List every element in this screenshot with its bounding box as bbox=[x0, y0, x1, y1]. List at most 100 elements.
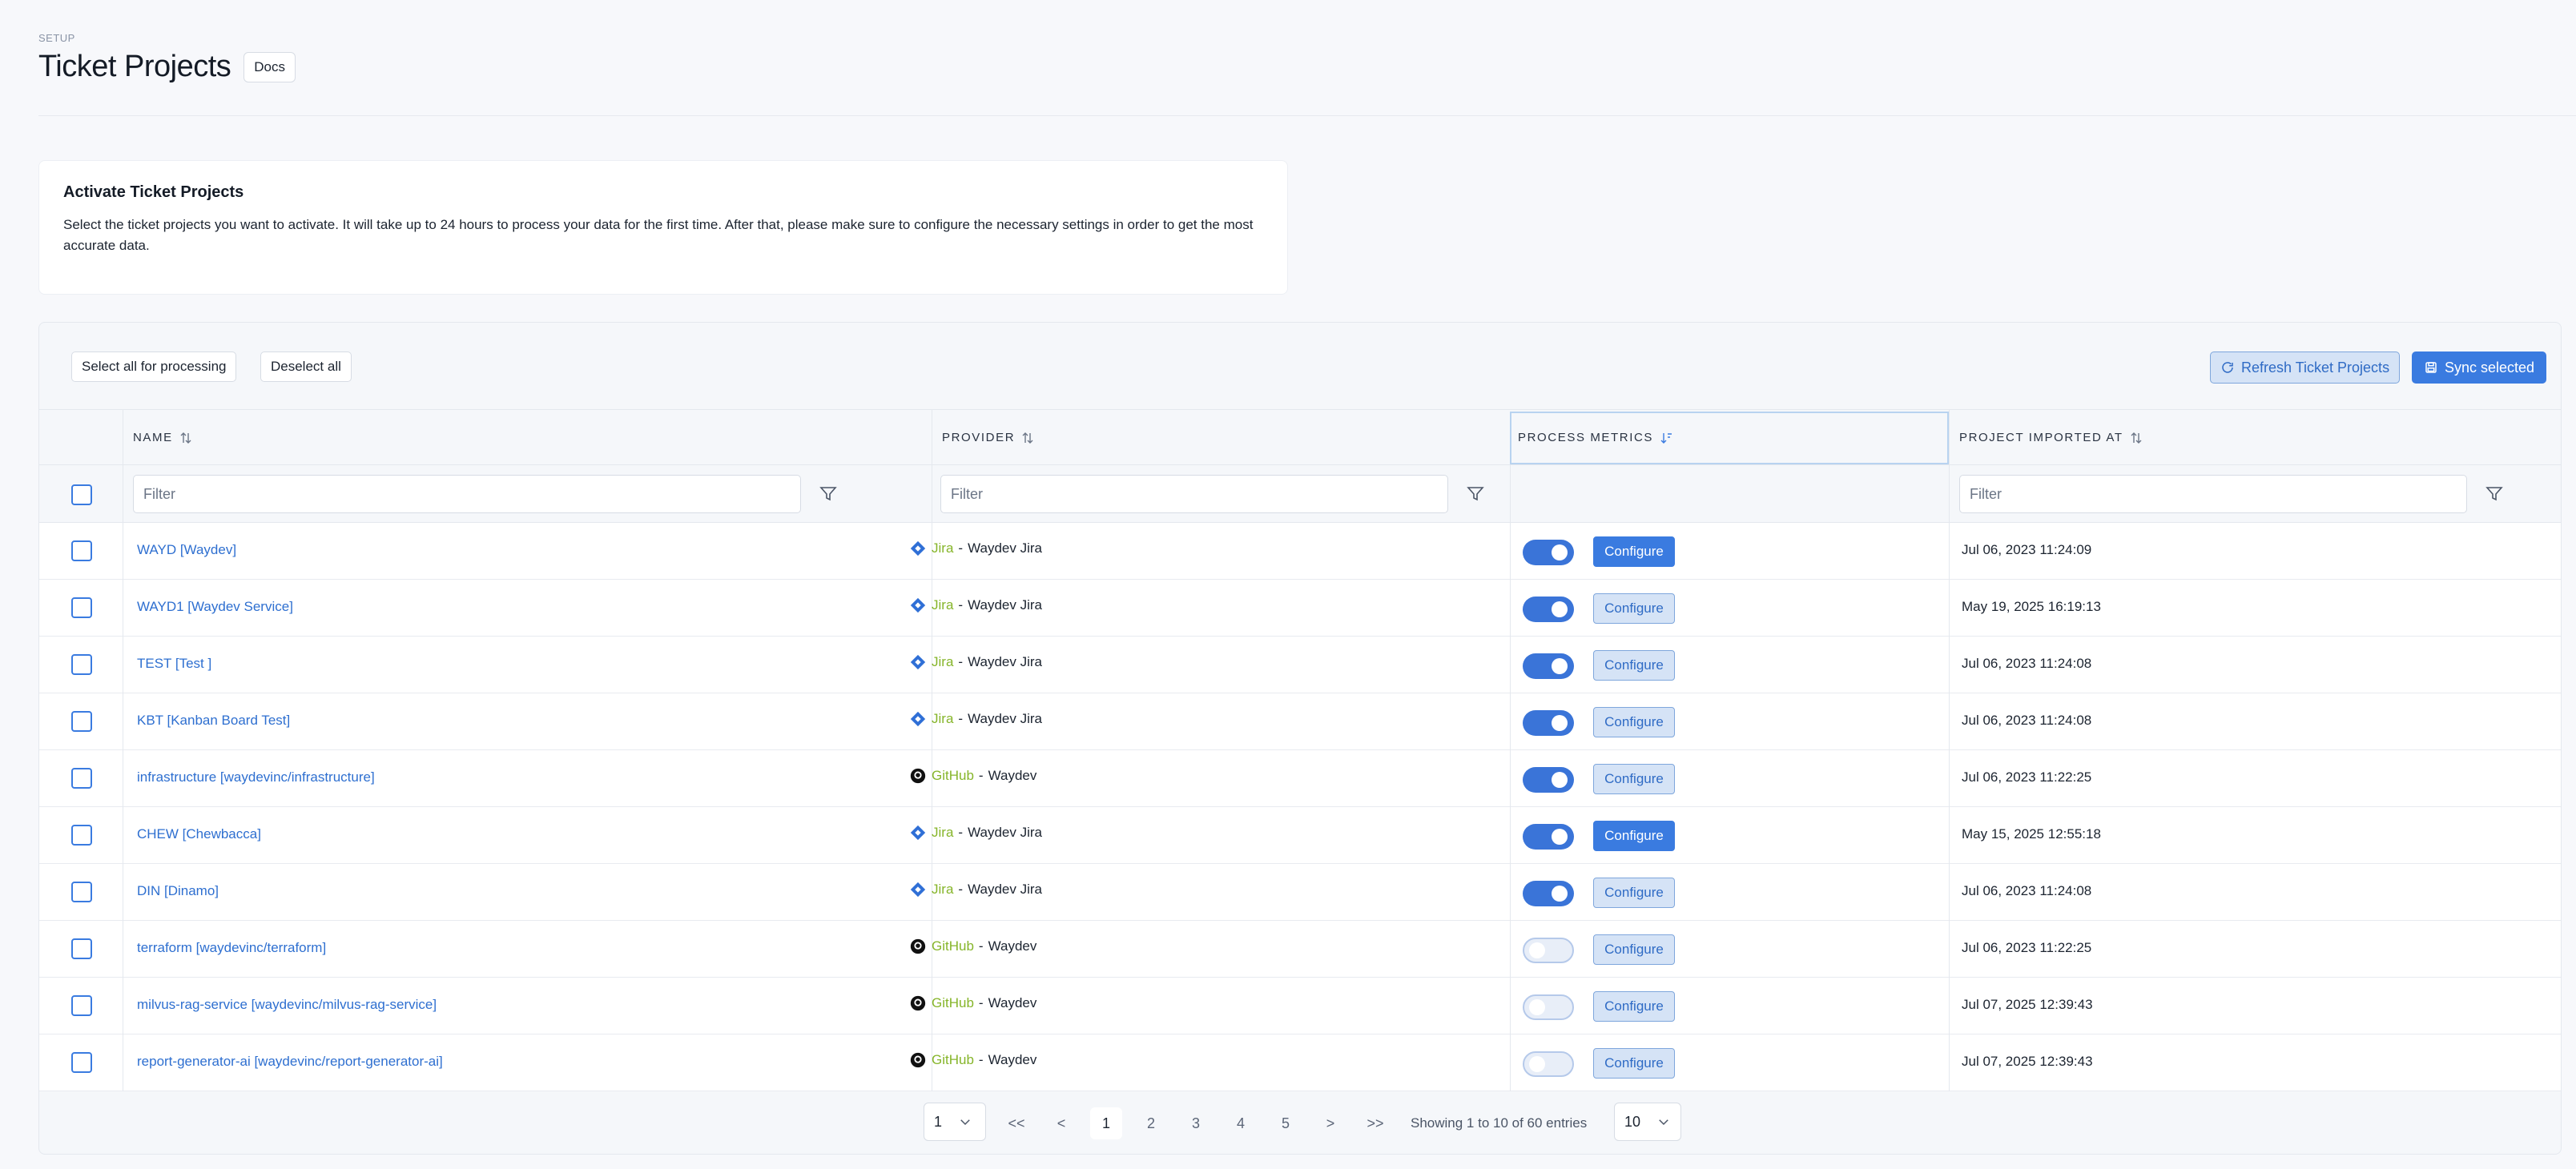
jira-icon bbox=[909, 597, 927, 614]
page-size-select[interactable]: 10 bbox=[1614, 1103, 1681, 1141]
table-row: milvus-rag-service [waydevinc/milvus-rag… bbox=[39, 978, 2561, 1034]
table-toolbar: Select all for processing Deselect all R… bbox=[39, 323, 2561, 409]
prev-page-button[interactable]: < bbox=[1045, 1107, 1077, 1139]
breadcrumb: SETUP bbox=[38, 32, 75, 44]
row-checkbox[interactable] bbox=[71, 825, 92, 846]
info-text: Select the ticket projects you want to a… bbox=[63, 217, 1254, 253]
row-checkbox[interactable] bbox=[71, 768, 92, 789]
process-metrics-toggle[interactable] bbox=[1523, 710, 1574, 736]
imported-at-cell: Jul 06, 2023 11:22:25 bbox=[1962, 769, 2092, 785]
configure-button[interactable]: Configure bbox=[1593, 878, 1675, 908]
configure-button[interactable]: Configure bbox=[1593, 1048, 1675, 1079]
provider-name: Waydev bbox=[988, 1052, 1037, 1067]
sort-icon bbox=[180, 432, 191, 444]
page-button-4[interactable]: 4 bbox=[1225, 1107, 1257, 1139]
toggle-knob bbox=[1529, 942, 1545, 958]
row-checkbox[interactable] bbox=[71, 1052, 92, 1073]
process-metrics-column-header[interactable]: PROCESS METRICS bbox=[1510, 412, 1949, 464]
toggle-knob bbox=[1552, 601, 1568, 617]
process-metrics-toggle[interactable] bbox=[1523, 597, 1574, 622]
configure-button[interactable]: Configure bbox=[1593, 650, 1675, 681]
refresh-icon bbox=[2222, 362, 2233, 373]
sync-selected-button[interactable]: Sync selected bbox=[2412, 352, 2547, 384]
configure-button[interactable]: Configure bbox=[1593, 593, 1675, 624]
process-metrics-toggle[interactable] bbox=[1523, 881, 1574, 906]
table-row: DIN [Dinamo] Jira - Waydev Jira Configure Jul… bbox=[39, 864, 2561, 921]
project-name-link[interactable]: WAYD [Waydev] bbox=[137, 542, 236, 558]
process-metrics-toggle[interactable] bbox=[1523, 767, 1574, 793]
process-metrics-toggle[interactable] bbox=[1523, 824, 1574, 850]
toggle-knob bbox=[1552, 829, 1568, 845]
imported-at-column-header[interactable]: PROJECT IMPORTED AT bbox=[1949, 410, 2561, 464]
select-all-checkbox[interactable] bbox=[71, 484, 92, 505]
project-name-link[interactable]: DIN [Dinamo] bbox=[137, 883, 219, 899]
configure-button[interactable]: Configure bbox=[1593, 764, 1675, 794]
process-metrics-toggle[interactable] bbox=[1523, 938, 1574, 963]
project-name-link[interactable]: infrastructure [waydevinc/infrastructure… bbox=[137, 769, 375, 785]
jira-icon bbox=[909, 710, 927, 728]
imported-at-cell: May 19, 2025 16:19:13 bbox=[1962, 599, 2101, 614]
page-button-3[interactable]: 3 bbox=[1180, 1107, 1212, 1139]
project-name-link[interactable]: WAYD1 [Waydev Service] bbox=[137, 599, 293, 615]
project-name-link[interactable]: terraform [waydevinc/terraform] bbox=[137, 940, 326, 956]
provider-filter-cell bbox=[932, 465, 1545, 522]
provider-cell: Jira - Waydev Jira bbox=[909, 824, 1042, 842]
project-name-link[interactable]: TEST [Test ] bbox=[137, 656, 211, 672]
project-name-link[interactable]: report-generator-ai [waydevinc/report-ge… bbox=[137, 1054, 443, 1070]
imported-filter-input[interactable] bbox=[1959, 475, 2467, 513]
configure-button[interactable]: Configure bbox=[1593, 991, 1675, 1022]
deselect-all-button[interactable]: Deselect all bbox=[260, 352, 352, 382]
provider-column-header[interactable]: PROVIDER bbox=[932, 410, 1545, 464]
provider-separator: - bbox=[978, 768, 984, 783]
process-metrics-toggle[interactable] bbox=[1523, 994, 1574, 1020]
page-select[interactable]: 1 bbox=[924, 1103, 986, 1141]
toggle-knob bbox=[1552, 715, 1568, 731]
next-page-button[interactable]: > bbox=[1314, 1107, 1346, 1139]
imported-at-cell: Jul 07, 2025 12:39:43 bbox=[1962, 997, 2093, 1012]
refresh-label: Refresh Ticket Projects bbox=[2241, 359, 2390, 376]
jira-icon bbox=[909, 881, 927, 898]
project-name-link[interactable]: KBT [Kanban Board Test] bbox=[137, 713, 290, 729]
provider-cell: GitHub - Waydev bbox=[909, 767, 1036, 785]
provider-cell: Jira - Waydev Jira bbox=[909, 653, 1042, 671]
project-name-link[interactable]: CHEW [Chewbacca] bbox=[137, 826, 261, 842]
row-checkbox[interactable] bbox=[71, 938, 92, 959]
configure-button[interactable]: Configure bbox=[1593, 707, 1675, 737]
filter-icon[interactable] bbox=[819, 484, 838, 504]
row-checkbox[interactable] bbox=[71, 711, 92, 732]
toggle-knob bbox=[1529, 999, 1545, 1015]
process-metrics-toggle[interactable] bbox=[1523, 540, 1574, 565]
provider-separator: - bbox=[978, 1052, 984, 1067]
page-button-1[interactable]: 1 bbox=[1090, 1107, 1122, 1139]
refresh-ticket-projects-button[interactable]: Refresh Ticket Projects bbox=[2210, 352, 2401, 384]
page-button-5[interactable]: 5 bbox=[1270, 1107, 1302, 1139]
row-checkbox[interactable] bbox=[71, 882, 92, 902]
provider-filter-input[interactable] bbox=[940, 475, 1448, 513]
filter-icon[interactable] bbox=[2485, 484, 2504, 504]
row-checkbox[interactable] bbox=[71, 995, 92, 1016]
page-button-2[interactable]: 2 bbox=[1135, 1107, 1167, 1139]
configure-button[interactable]: Configure bbox=[1593, 536, 1675, 567]
docs-button[interactable]: Docs bbox=[244, 51, 296, 82]
table-row: terraform [waydevinc/terraform] GitHub - Wa… bbox=[39, 921, 2561, 978]
provider-separator: - bbox=[958, 825, 964, 840]
process-metrics-toggle[interactable] bbox=[1523, 653, 1574, 679]
provider-separator: - bbox=[978, 938, 984, 954]
project-name-link[interactable]: milvus-rag-service [waydevinc/milvus-rag… bbox=[137, 997, 437, 1013]
provider-name: Waydev Jira bbox=[968, 540, 1042, 556]
name-column-header[interactable]: NAME bbox=[123, 410, 932, 464]
configure-button[interactable]: Configure bbox=[1593, 934, 1675, 965]
filter-icon[interactable] bbox=[1466, 484, 1485, 504]
row-checkbox[interactable] bbox=[71, 597, 92, 618]
configure-button[interactable]: Configure bbox=[1593, 821, 1675, 851]
row-checkbox[interactable] bbox=[71, 654, 92, 675]
select-all-button[interactable]: Select all for processing bbox=[71, 352, 237, 382]
name-filter-input[interactable] bbox=[133, 475, 801, 513]
last-page-button[interactable]: >> bbox=[1359, 1107, 1391, 1139]
first-page-button[interactable]: << bbox=[1000, 1107, 1032, 1139]
row-checkbox[interactable] bbox=[71, 540, 92, 561]
process-metrics-toggle[interactable] bbox=[1523, 1051, 1574, 1077]
provider-separator: - bbox=[978, 995, 984, 1010]
info-title: Activate Ticket Projects bbox=[63, 183, 244, 201]
github-icon bbox=[909, 767, 927, 785]
